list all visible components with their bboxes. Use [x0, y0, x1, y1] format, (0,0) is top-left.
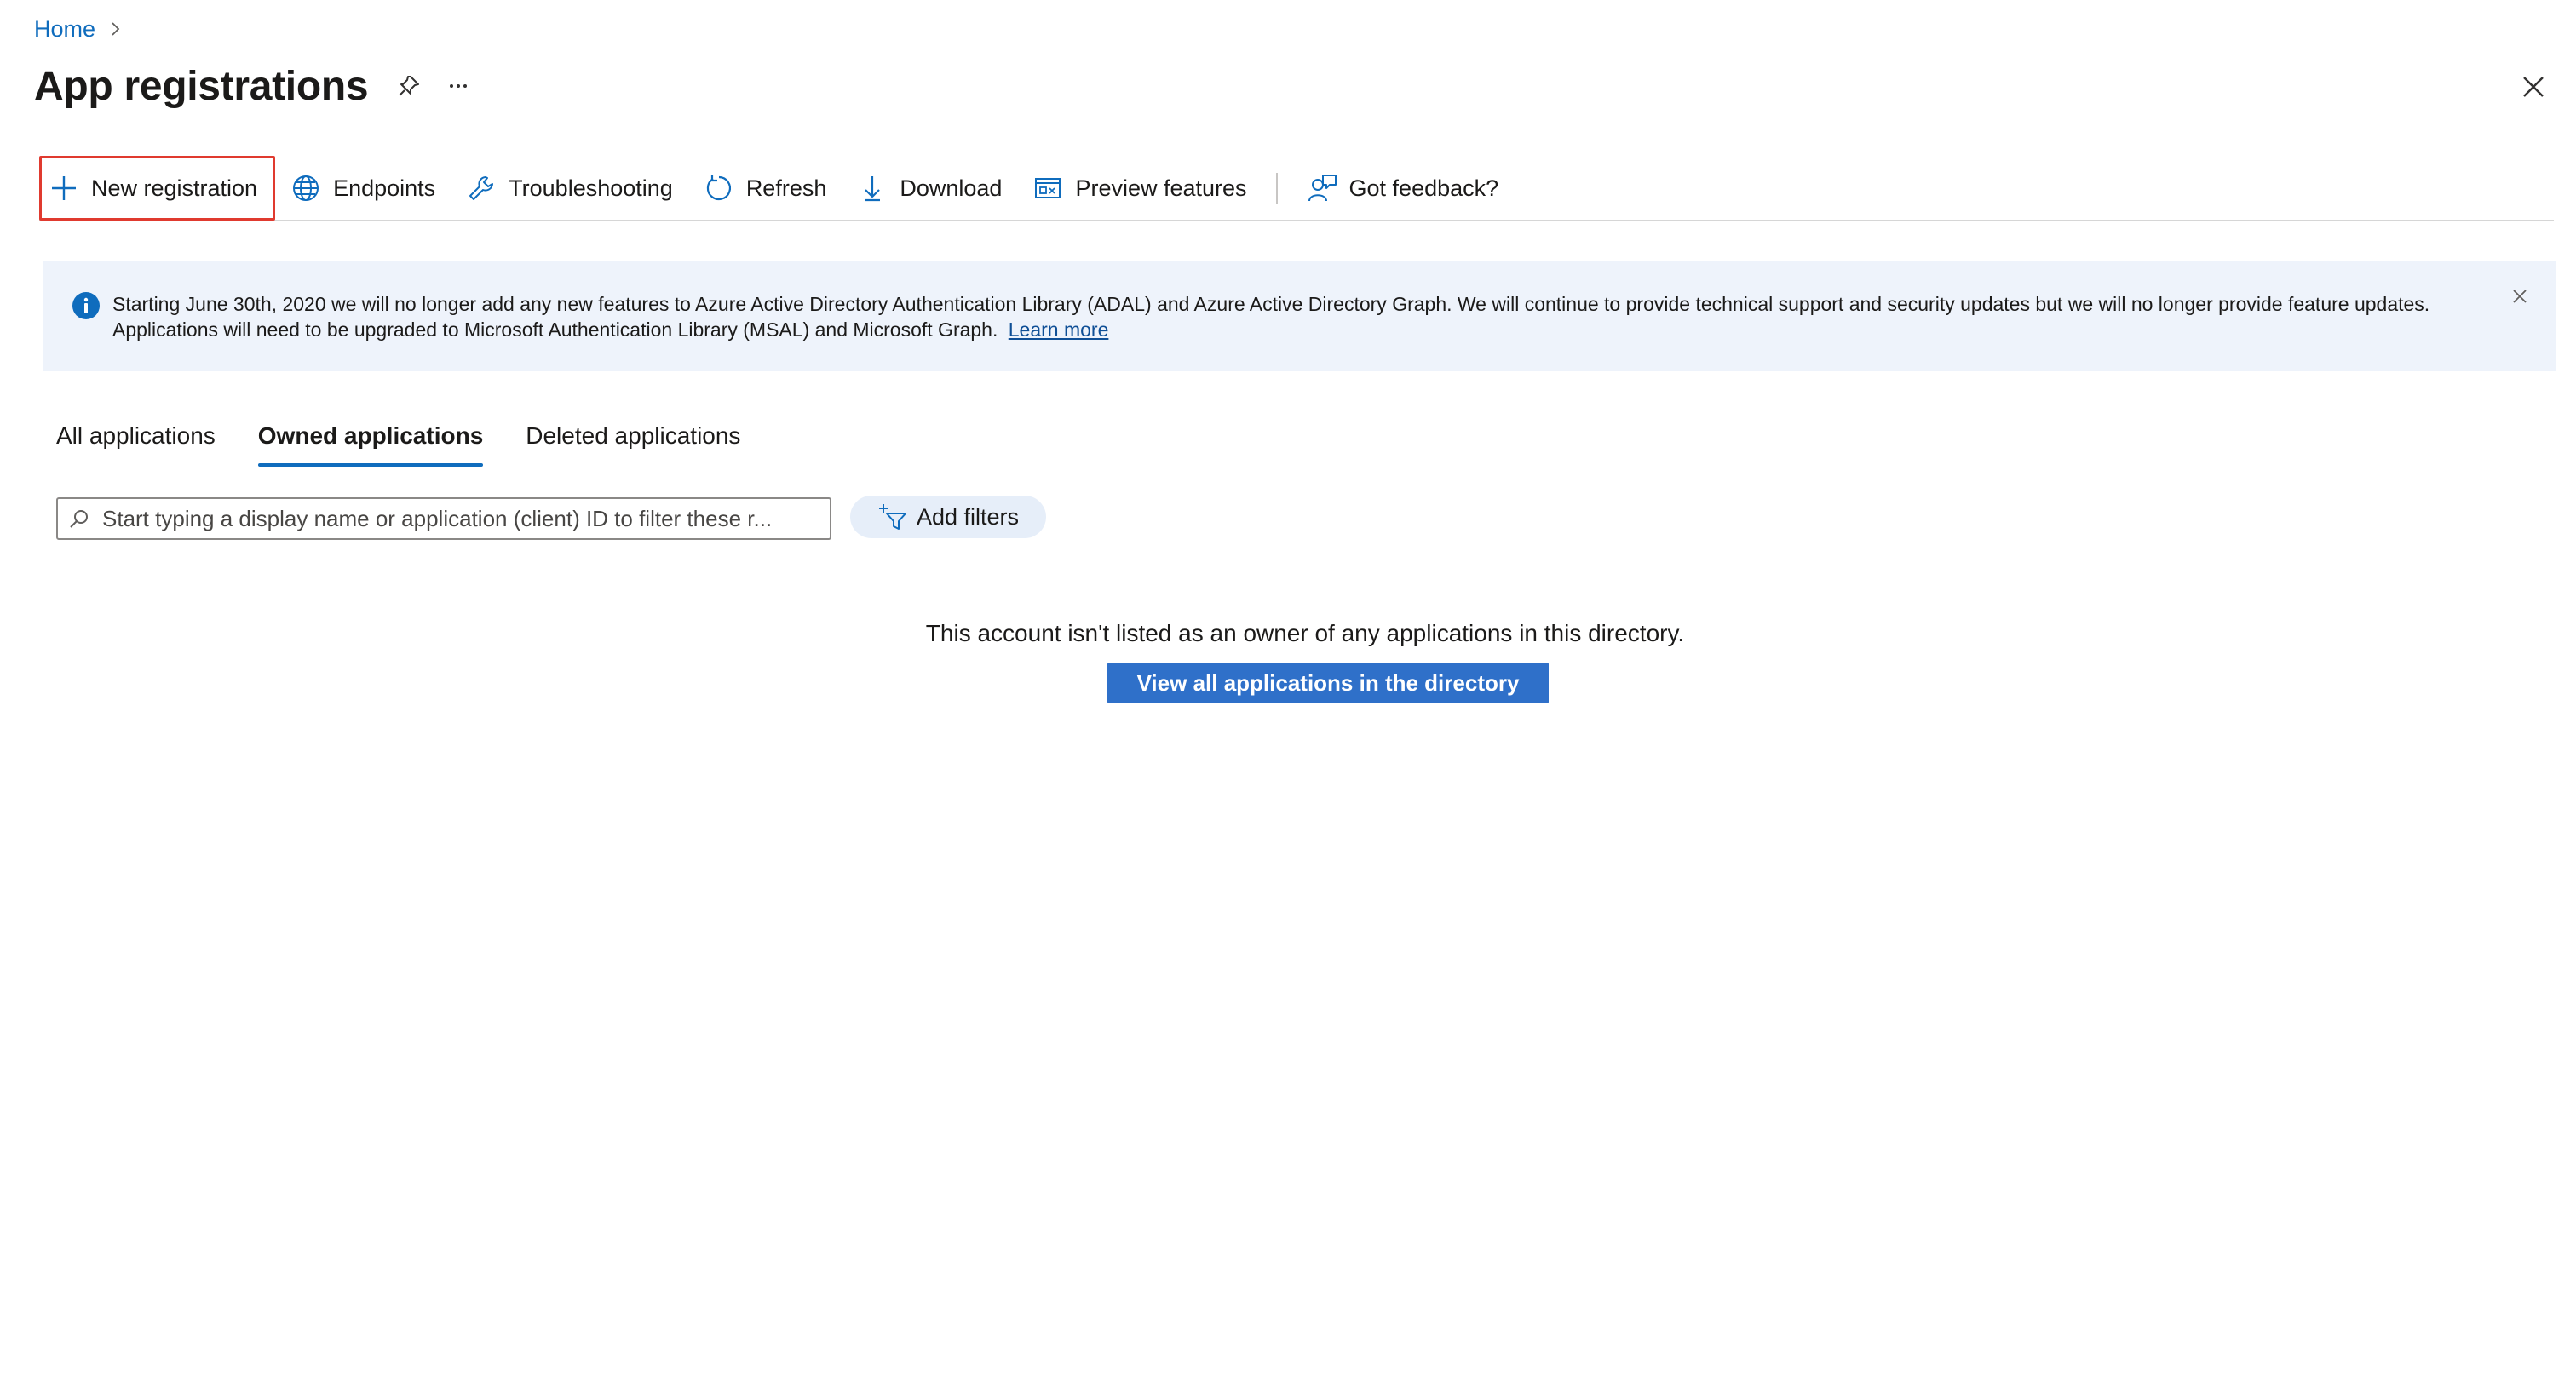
- command-bar: New registration Endpoints Troubleshooti…: [39, 156, 2554, 221]
- feedback-button[interactable]: Got feedback?: [1291, 158, 1515, 218]
- globe-icon: [290, 173, 321, 204]
- search-icon: [68, 508, 90, 530]
- preview-features-button[interactable]: Preview features: [1017, 158, 1262, 218]
- filter-search-box: [56, 497, 831, 540]
- add-filter-icon: [877, 502, 908, 532]
- info-icon: [72, 291, 101, 320]
- download-icon: [857, 173, 888, 204]
- refresh-icon: [704, 173, 734, 204]
- page-title: App registrations: [34, 63, 369, 109]
- endpoints-button[interactable]: Endpoints: [275, 158, 451, 218]
- new-registration-button[interactable]: New registration: [39, 156, 276, 221]
- banner-text: Starting June 30th, 2020 we will no long…: [112, 293, 2430, 341]
- download-button[interactable]: Download: [842, 158, 1017, 218]
- ellipsis-icon[interactable]: [440, 67, 477, 105]
- download-label: Download: [900, 175, 1003, 201]
- refresh-button[interactable]: Refresh: [688, 158, 842, 218]
- title-row: App registrations: [34, 56, 477, 116]
- tab-all-applications[interactable]: All applications: [56, 417, 216, 468]
- application-tabs: All applications Owned applications Dele…: [56, 417, 783, 468]
- chevron-right-icon: [107, 20, 124, 37]
- banner-message: Starting June 30th, 2020 we will no long…: [112, 291, 2462, 342]
- add-filters-button[interactable]: Add filters: [850, 496, 1046, 538]
- breadcrumb-home-link[interactable]: Home: [34, 16, 95, 43]
- endpoints-label: Endpoints: [333, 175, 436, 201]
- preview-icon: [1032, 173, 1063, 204]
- toolbar-divider: [1275, 173, 1278, 204]
- wrench-icon: [466, 173, 497, 204]
- preview-features-label: Preview features: [1075, 175, 1247, 201]
- pin-icon[interactable]: [390, 67, 428, 105]
- view-all-applications-button[interactable]: View all applications in the directory: [1107, 663, 1549, 703]
- learn-more-link[interactable]: Learn more: [1009, 318, 1109, 341]
- add-filters-label: Add filters: [916, 503, 1020, 530]
- app-registrations-page: Home App registrations New registration …: [0, 0, 2576, 1394]
- refresh-label: Refresh: [745, 175, 827, 201]
- troubleshooting-button[interactable]: Troubleshooting: [451, 158, 688, 218]
- search-input[interactable]: [101, 504, 830, 533]
- troubleshooting-label: Troubleshooting: [509, 175, 673, 201]
- tab-owned-applications[interactable]: Owned applications: [257, 417, 484, 468]
- breadcrumb: Home: [34, 14, 124, 44]
- empty-state-message: This account isn't listed as an owner of…: [925, 620, 1685, 646]
- plus-icon: [49, 173, 79, 204]
- deprecation-info-banner: Starting June 30th, 2020 we will no long…: [43, 261, 2556, 371]
- feedback-icon: [1307, 173, 1337, 204]
- tab-deleted-applications[interactable]: Deleted applications: [526, 417, 740, 468]
- dismiss-banner-icon[interactable]: [2506, 283, 2533, 310]
- feedback-label: Got feedback?: [1348, 175, 1499, 201]
- new-registration-label: New registration: [91, 175, 258, 201]
- close-icon[interactable]: [2515, 68, 2552, 106]
